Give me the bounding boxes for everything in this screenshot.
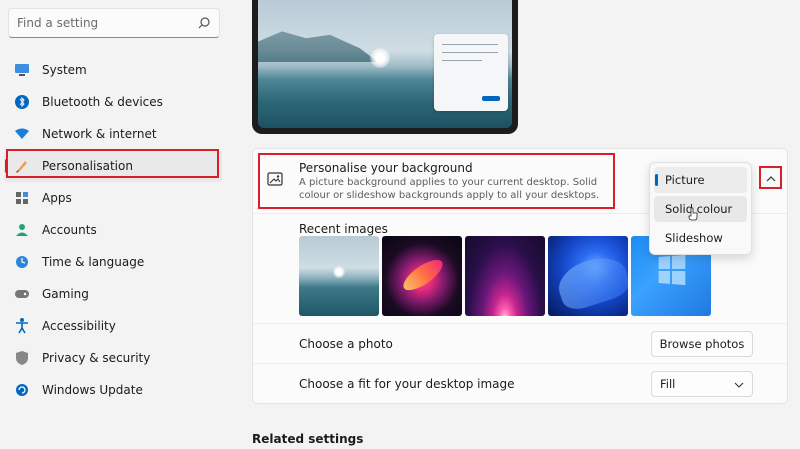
search-box[interactable]: [8, 8, 220, 38]
recent-images-title: Recent images: [299, 222, 388, 236]
choose-fit-row: Choose a fit for your desktop image Fill: [253, 363, 787, 403]
recent-image-4[interactable]: [548, 236, 628, 316]
chevron-down-icon: [734, 377, 744, 391]
sidebar-item-label: Windows Update: [42, 383, 143, 397]
sidebar-nav: System Bluetooth & devices Network & int…: [4, 54, 222, 406]
sidebar-item-windows-update[interactable]: Windows Update: [4, 374, 222, 406]
highlight-personalisation: [6, 149, 219, 178]
fit-select-value: Fill: [660, 377, 676, 391]
preview-sun: [370, 48, 390, 68]
shield-icon: [14, 350, 30, 366]
sidebar-item-label: Privacy & security: [42, 351, 151, 365]
sidebar-item-label: Accessibility: [42, 319, 116, 333]
sidebar-item-label: Time & language: [42, 255, 145, 269]
browse-photos-button[interactable]: Browse photos: [651, 331, 753, 357]
sidebar-item-accounts[interactable]: Accounts: [4, 214, 222, 246]
person-icon: [14, 222, 30, 238]
collapse-button[interactable]: [759, 166, 782, 189]
choose-photo-row: Choose a photo Browse photos: [253, 323, 787, 363]
globe-clock-icon: [14, 254, 30, 270]
search-input[interactable]: [17, 16, 197, 30]
sidebar-item-gaming[interactable]: Gaming: [4, 278, 222, 310]
related-settings-title: Related settings: [252, 432, 364, 446]
sidebar-item-label: Apps: [42, 191, 72, 205]
cursor-icon: [688, 207, 698, 224]
sidebar-item-privacy[interactable]: Privacy & security: [4, 342, 222, 374]
apps-icon: [14, 190, 30, 206]
sidebar-item-label: Bluetooth & devices: [42, 95, 163, 109]
sidebar-item-label: Network & internet: [42, 127, 157, 141]
fit-select[interactable]: Fill: [651, 371, 753, 397]
sidebar-item-label: System: [42, 63, 87, 77]
preview-window: [434, 34, 508, 111]
desktop-preview: [252, 0, 518, 134]
bluetooth-icon: [14, 94, 30, 110]
search-icon[interactable]: [197, 16, 211, 30]
preview-hills: [258, 31, 378, 62]
option-solid-colour-label: Solid colour: [665, 202, 733, 216]
option-picture[interactable]: Picture: [654, 167, 747, 193]
gamepad-icon: [14, 286, 30, 302]
accessibility-icon: [14, 318, 30, 334]
choose-photo-label: Choose a photo: [299, 337, 393, 351]
sidebar-item-apps[interactable]: Apps: [4, 182, 222, 214]
preview-screen: [258, 0, 512, 128]
choose-fit-label: Choose a fit for your desktop image: [299, 377, 515, 391]
update-icon: [14, 382, 30, 398]
recent-image-3[interactable]: [465, 236, 545, 316]
sidebar-item-system[interactable]: System: [4, 54, 222, 86]
recent-image-1[interactable]: [299, 236, 379, 316]
background-type-dropdown[interactable]: Picture Solid colour Slideshow: [649, 162, 752, 255]
sidebar-item-label: Accounts: [42, 223, 97, 237]
sidebar-item-label: Gaming: [42, 287, 89, 301]
chevron-up-icon: [766, 171, 776, 185]
sidebar-item-network[interactable]: Network & internet: [4, 118, 222, 150]
sidebar-item-accessibility[interactable]: Accessibility: [4, 310, 222, 342]
sidebar-item-time-language[interactable]: Time & language: [4, 246, 222, 278]
highlight-background-header: [258, 153, 615, 209]
monitor-icon: [14, 62, 30, 78]
option-slideshow[interactable]: Slideshow: [654, 225, 747, 251]
sidebar-item-bluetooth[interactable]: Bluetooth & devices: [4, 86, 222, 118]
option-solid-colour[interactable]: Solid colour: [654, 196, 747, 222]
wifi-icon: [14, 126, 30, 142]
recent-image-2[interactable]: [382, 236, 462, 316]
